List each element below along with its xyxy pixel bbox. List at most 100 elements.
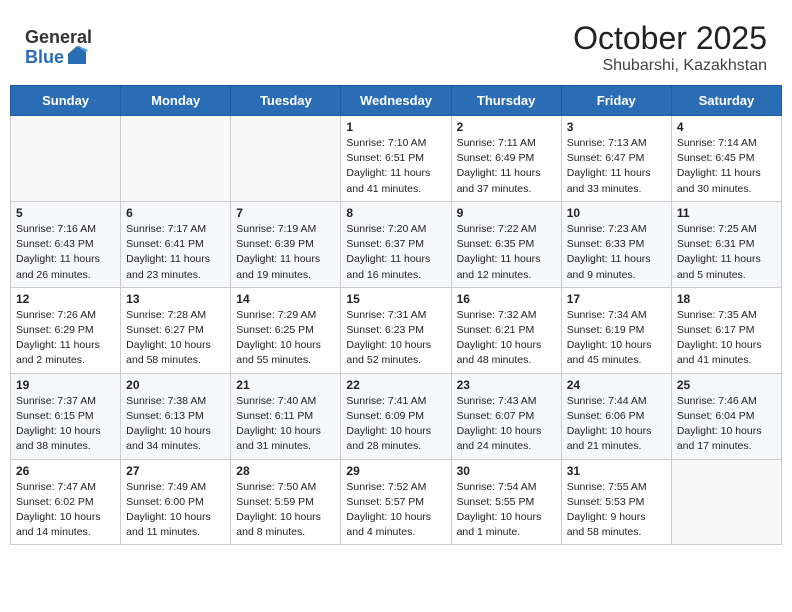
page-header: General Blue October 2025 Shubarshi, Kaz… (10, 10, 782, 80)
day-info: Sunrise: 7:34 AMSunset: 6:19 PMDaylight:… (567, 308, 666, 369)
day-info: Sunrise: 7:35 AMSunset: 6:17 PMDaylight:… (677, 308, 776, 369)
day-number: 14 (236, 292, 335, 306)
title-block: October 2025 Shubarshi, Kazakhstan (573, 20, 767, 75)
day-info: Sunrise: 7:14 AMSunset: 6:45 PMDaylight:… (677, 136, 776, 197)
day-info: Sunrise: 7:46 AMSunset: 6:04 PMDaylight:… (677, 394, 776, 455)
day-info: Sunrise: 7:55 AMSunset: 5:53 PMDaylight:… (567, 480, 666, 541)
week-row-3: 12Sunrise: 7:26 AMSunset: 6:29 PMDayligh… (11, 287, 782, 373)
day-number: 13 (126, 292, 225, 306)
week-row-2: 5 Sunrise: 7:16 AMSunset: 6:43 PMDaylight… (11, 201, 782, 287)
day-info: Sunrise: 7:10 AMSunset: 6:51 PMDaylight:… (346, 136, 445, 197)
day-cell: 7Sunrise: 7:19 AMSunset: 6:39 PMDaylight… (231, 201, 341, 287)
week-row-5: 26 Sunrise: 7:47 AMSunset: 6:02 PMDayligh… (11, 459, 782, 545)
logo-blue: Blue (25, 48, 64, 68)
day-info: Sunrise: 7:25 AMSunset: 6:31 PMDaylight:… (677, 222, 776, 283)
day-cell: 12Sunrise: 7:26 AMSunset: 6:29 PMDayligh… (11, 287, 121, 373)
day-cell: 3Sunrise: 7:13 AMSunset: 6:47 PMDaylight… (561, 116, 671, 202)
weekday-header-wednesday: Wednesday (341, 86, 451, 116)
weekday-header-thursday: Thursday (451, 86, 561, 116)
day-number: 22 (346, 378, 445, 392)
day-number: 15 (346, 292, 445, 306)
day-info: Sunrise: 7:22 AMSunset: 6:35 PMDaylight:… (457, 222, 556, 283)
day-number: 8 (346, 206, 445, 220)
day-cell: 16 Sunrise: 7:32 AMSunset: 6:21 PMDayligh… (451, 287, 561, 373)
day-info: Sunrise: 7:43 AMSunset: 6:07 PMDaylight:… (457, 394, 556, 455)
day-cell: 29 Sunrise: 7:52 AMSunset: 5:57 PMDayligh… (341, 459, 451, 545)
day-info: Sunrise: 7:37 AMSunset: 6:15 PMDaylight:… (16, 394, 115, 455)
day-info: Sunrise: 7:23 AMSunset: 6:33 PMDaylight:… (567, 222, 666, 283)
day-info: Sunrise: 7:50 AMSunset: 5:59 PMDaylight:… (236, 480, 335, 541)
day-number: 31 (567, 464, 666, 478)
week-row-1: 1Sunrise: 7:10 AMSunset: 6:51 PMDaylight… (11, 116, 782, 202)
day-number: 25 (677, 378, 776, 392)
day-number: 11 (677, 206, 776, 220)
day-info: Sunrise: 7:29 AMSunset: 6:25 PMDaylight:… (236, 308, 335, 369)
day-number: 6 (126, 206, 225, 220)
weekday-header-monday: Monday (121, 86, 231, 116)
day-cell: 24Sunrise: 7:44 AMSunset: 6:06 PMDayligh… (561, 373, 671, 459)
day-cell: 10 Sunrise: 7:23 AMSunset: 6:33 PMDayligh… (561, 201, 671, 287)
day-cell: 11 Sunrise: 7:25 AMSunset: 6:31 PMDayligh… (671, 201, 781, 287)
day-number: 4 (677, 120, 776, 134)
day-number: 30 (457, 464, 556, 478)
logo: General Blue (25, 28, 92, 68)
day-info: Sunrise: 7:20 AMSunset: 6:37 PMDaylight:… (346, 222, 445, 283)
day-cell: 8 Sunrise: 7:20 AMSunset: 6:37 PMDaylight… (341, 201, 451, 287)
day-cell: 21Sunrise: 7:40 AMSunset: 6:11 PMDayligh… (231, 373, 341, 459)
day-number: 19 (16, 378, 115, 392)
day-number: 17 (567, 292, 666, 306)
day-cell: 27Sunrise: 7:49 AMSunset: 6:00 PMDayligh… (121, 459, 231, 545)
logo-text: General Blue (25, 28, 92, 68)
day-cell (671, 459, 781, 545)
day-info: Sunrise: 7:13 AMSunset: 6:47 PMDaylight:… (567, 136, 666, 197)
day-number: 5 (16, 206, 115, 220)
weekday-header-friday: Friday (561, 86, 671, 116)
weekday-header-saturday: Saturday (671, 86, 781, 116)
day-number: 10 (567, 206, 666, 220)
day-number: 28 (236, 464, 335, 478)
day-cell: 9 Sunrise: 7:22 AMSunset: 6:35 PMDaylight… (451, 201, 561, 287)
day-cell: 6 Sunrise: 7:17 AMSunset: 6:41 PMDaylight… (121, 201, 231, 287)
day-info: Sunrise: 7:26 AMSunset: 6:29 PMDaylight:… (16, 308, 115, 369)
day-info: Sunrise: 7:32 AMSunset: 6:21 PMDaylight:… (457, 308, 556, 369)
logo-icon (66, 46, 88, 64)
day-info: Sunrise: 7:47 AMSunset: 6:02 PMDaylight:… (16, 480, 115, 541)
calendar-body: 1Sunrise: 7:10 AMSunset: 6:51 PMDaylight… (11, 116, 782, 545)
day-cell: 19 Sunrise: 7:37 AMSunset: 6:15 PMDayligh… (11, 373, 121, 459)
day-cell (11, 116, 121, 202)
day-cell: 13Sunrise: 7:28 AMSunset: 6:27 PMDayligh… (121, 287, 231, 373)
day-cell: 17 Sunrise: 7:34 AMSunset: 6:19 PMDayligh… (561, 287, 671, 373)
day-cell: 20Sunrise: 7:38 AMSunset: 6:13 PMDayligh… (121, 373, 231, 459)
day-cell (121, 116, 231, 202)
day-info: Sunrise: 7:52 AMSunset: 5:57 PMDaylight:… (346, 480, 445, 541)
day-info: Sunrise: 7:11 AMSunset: 6:49 PMDaylight:… (457, 136, 556, 197)
day-info: Sunrise: 7:31 AMSunset: 6:23 PMDaylight:… (346, 308, 445, 369)
day-cell: 4 Sunrise: 7:14 AMSunset: 6:45 PMDaylight… (671, 116, 781, 202)
day-number: 9 (457, 206, 556, 220)
day-number: 2 (457, 120, 556, 134)
week-row-4: 19 Sunrise: 7:37 AMSunset: 6:15 PMDayligh… (11, 373, 782, 459)
day-info: Sunrise: 7:54 AMSunset: 5:55 PMDaylight:… (457, 480, 556, 541)
day-cell: 15 Sunrise: 7:31 AMSunset: 6:23 PMDayligh… (341, 287, 451, 373)
day-number: 7 (236, 206, 335, 220)
day-number: 29 (346, 464, 445, 478)
day-number: 26 (16, 464, 115, 478)
day-cell: 5 Sunrise: 7:16 AMSunset: 6:43 PMDaylight… (11, 201, 121, 287)
day-number: 16 (457, 292, 556, 306)
day-cell: 30 Sunrise: 7:54 AMSunset: 5:55 PMDayligh… (451, 459, 561, 545)
day-cell: 1Sunrise: 7:10 AMSunset: 6:51 PMDaylight… (341, 116, 451, 202)
page-title: October 2025 (573, 20, 767, 57)
day-info: Sunrise: 7:17 AMSunset: 6:41 PMDaylight:… (126, 222, 225, 283)
day-cell: 28 Sunrise: 7:50 AMSunset: 5:59 PMDayligh… (231, 459, 341, 545)
weekday-header-tuesday: Tuesday (231, 86, 341, 116)
day-info: Sunrise: 7:41 AMSunset: 6:09 PMDaylight:… (346, 394, 445, 455)
day-number: 20 (126, 378, 225, 392)
day-number: 18 (677, 292, 776, 306)
day-cell: 23 Sunrise: 7:43 AMSunset: 6:07 PMDayligh… (451, 373, 561, 459)
day-cell (231, 116, 341, 202)
calendar-header: SundayMondayTuesdayWednesdayThursdayFrid… (11, 86, 782, 116)
day-info: Sunrise: 7:16 AMSunset: 6:43 PMDaylight:… (16, 222, 115, 283)
day-cell: 31 Sunrise: 7:55 AMSunset: 5:53 PMDayligh… (561, 459, 671, 545)
day-info: Sunrise: 7:40 AMSunset: 6:11 PMDaylight:… (236, 394, 335, 455)
day-number: 23 (457, 378, 556, 392)
